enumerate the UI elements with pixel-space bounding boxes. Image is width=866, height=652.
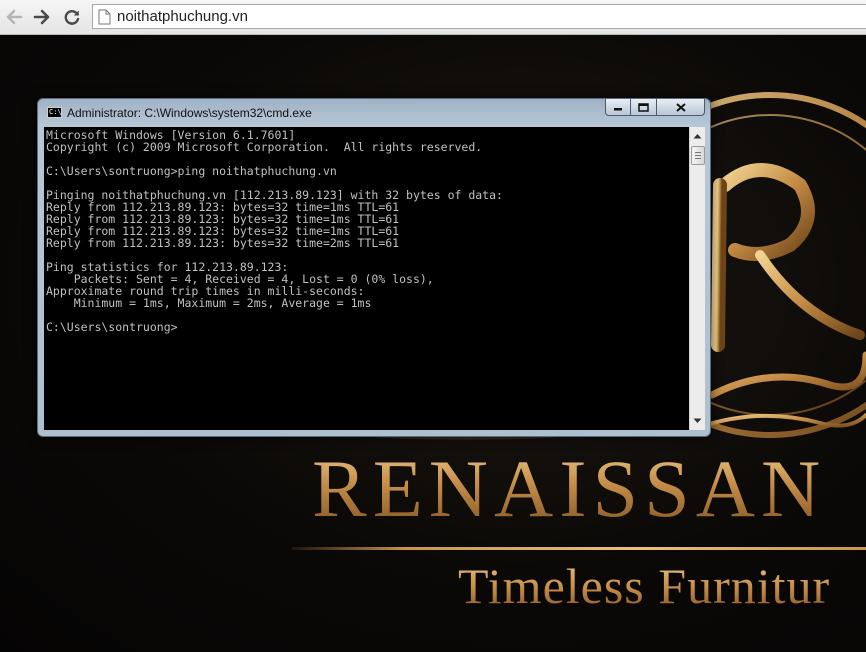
minimize-icon xyxy=(614,108,622,111)
scroll-down-button[interactable] xyxy=(690,413,705,429)
scroll-down-icon xyxy=(693,418,702,423)
console-text: Microsoft Windows [Version 6.1.7601] Cop… xyxy=(44,127,689,333)
scroll-up-icon xyxy=(693,134,702,139)
close-button[interactable] xyxy=(657,99,705,116)
console-output-area[interactable]: Microsoft Windows [Version 6.1.7601] Cop… xyxy=(44,127,689,430)
scroll-up-button[interactable] xyxy=(690,128,705,144)
maximize-button[interactable] xyxy=(631,99,657,116)
address-bar[interactable]: noithatphuchung.vn xyxy=(92,4,866,29)
brand-divider xyxy=(292,547,866,550)
console-line: C:\Users\sontruong>ping noithatphuchung.… xyxy=(46,164,337,178)
reload-button[interactable] xyxy=(61,6,83,28)
scroll-thumb[interactable] xyxy=(691,146,705,165)
console-prompt: C:\Users\sontruong> xyxy=(46,320,178,334)
url-text: noithatphuchung.vn xyxy=(117,8,248,25)
window-controls xyxy=(605,99,705,118)
cmd-title: Administrator: C:\Windows\system32\cmd.e… xyxy=(67,106,312,120)
back-button[interactable] xyxy=(3,6,25,28)
console-line: Copyright (c) 2009 Microsoft Corporation… xyxy=(46,140,483,154)
maximize-icon xyxy=(638,102,649,112)
cmd-window[interactable]: C:\ Administrator: C:\Windows\system32\c… xyxy=(37,98,711,437)
vertical-scrollbar[interactable] xyxy=(689,127,705,430)
cmd-app-icon: C:\ xyxy=(47,107,62,118)
forward-button[interactable] xyxy=(31,6,53,28)
reload-icon xyxy=(64,10,80,25)
page-icon xyxy=(98,9,111,25)
console-line: Minimum = 1ms, Maximum = 2ms, Average = … xyxy=(46,296,372,310)
brand-tagline: Timeless Furnitur xyxy=(458,558,831,614)
cmd-titlebar[interactable]: C:\ Administrator: C:\Windows\system32\c… xyxy=(38,99,710,126)
brand-name: RENAISSAN xyxy=(312,443,827,534)
minimize-button[interactable] xyxy=(605,99,631,116)
console-line: Reply from 112.213.89.123: bytes=32 time… xyxy=(46,236,400,250)
forward-arrow-icon xyxy=(33,9,50,25)
browser-toolbar: noithatphuchung.vn xyxy=(0,0,866,35)
close-icon xyxy=(675,102,686,112)
back-arrow-icon xyxy=(6,9,23,25)
